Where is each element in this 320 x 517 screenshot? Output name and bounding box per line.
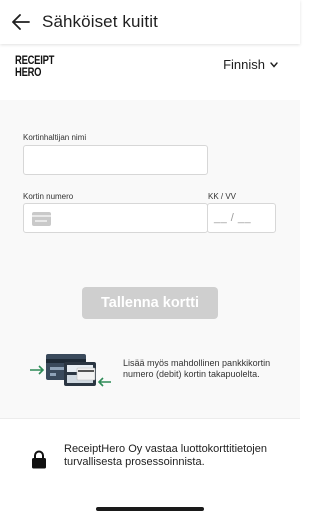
debit-card-hint: Lisää myös mahdollinen pankkikortin nume… [123,358,271,379]
card-number-field[interactable] [23,203,208,234]
security-notice: ReceiptHero Oy vastaa luottokorttitietoj… [64,443,267,468]
card-number-label: Kortin numero [23,192,74,201]
page-title: Sähköiset kuitit [42,12,158,31]
credit-card-icon [32,212,51,226]
language-label: Finnish [223,57,265,72]
expiry-label: KK / VV [208,192,237,201]
card-number-input[interactable] [58,204,202,234]
lock-icon [32,450,46,469]
language-selector[interactable]: Finnish [223,57,278,72]
logo-line-1: RECEIPT [15,55,55,67]
arrow-left-icon [12,14,30,30]
receipthero-logo: RECEIPT HERO [15,55,54,79]
back-button[interactable] [8,9,34,35]
save-card-button[interactable]: Tallenna kortti [82,287,218,319]
expiry-input[interactable]: __ / __ [207,203,276,233]
security-footer: ReceiptHero Oy vastaa luottokorttitietoj… [0,418,300,517]
cardholder-name-input[interactable] [23,145,208,175]
chevron-down-icon [270,61,278,68]
cardholder-label: Kortinhaltijan nimi [23,133,87,142]
brand-bar: RECEIPT HERO Finnish [0,44,300,100]
card-terminal-illustration [30,354,111,387]
home-indicator [96,507,204,511]
app-bar: Sähköiset kuitit [0,0,300,44]
logo-line-2: HERO [15,67,42,79]
card-form: Kortinhaltijan nimi Kortin numero KK / V… [0,100,300,418]
